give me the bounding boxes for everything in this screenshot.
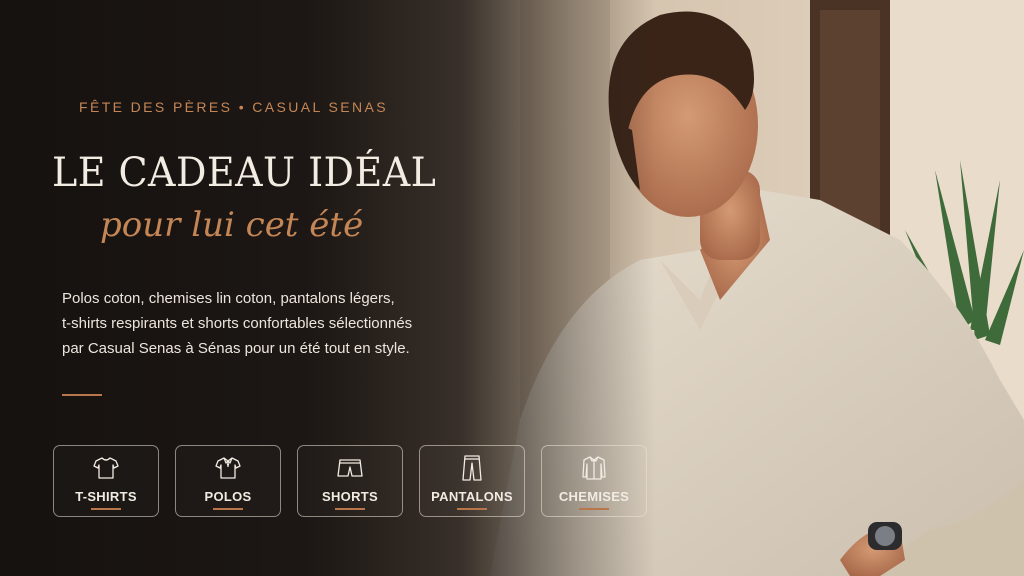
eyebrow-text: FÊTE DES PÈRES • CASUAL SENAS <box>79 99 388 115</box>
category-shorts[interactable]: SHORTS <box>297 445 403 517</box>
category-list: T-SHIRTS POLOS SHORTS PANTALONS CHEMISES <box>53 445 647 517</box>
divider <box>62 394 102 396</box>
category-chemises[interactable]: CHEMISES <box>541 445 647 517</box>
description-line: par Casual Senas à Sénas pour un été tou… <box>62 340 410 357</box>
category-label: SHORTS <box>322 489 378 504</box>
description: Polos coton, chemises lin coton, pantalo… <box>62 286 502 361</box>
category-polos[interactable]: POLOS <box>175 445 281 517</box>
polo-icon <box>215 455 241 481</box>
pants-icon <box>461 455 483 481</box>
promo-banner: FÊTE DES PÈRES • CASUAL SENAS LE CADEAU … <box>0 0 1024 576</box>
category-label: T-SHIRTS <box>75 489 137 504</box>
category-underline <box>457 508 487 510</box>
category-label: PANTALONS <box>431 489 513 504</box>
t-shirt-icon <box>93 455 119 481</box>
headline: LE CADEAU IDÉAL <box>52 150 437 196</box>
category-underline <box>335 508 365 510</box>
shorts-icon <box>337 455 363 481</box>
script-subtitle: pour lui cet été <box>100 205 364 245</box>
category-underline <box>91 508 121 510</box>
category-t-shirts[interactable]: T-SHIRTS <box>53 445 159 517</box>
category-underline <box>579 508 609 510</box>
description-line: Polos coton, chemises lin coton, pantalo… <box>62 290 395 307</box>
category-underline <box>213 508 243 510</box>
category-label: POLOS <box>204 489 252 504</box>
category-label: CHEMISES <box>558 489 630 504</box>
description-line: t-shirts respirants et shorts confortabl… <box>62 315 413 332</box>
shirt-icon <box>581 455 607 481</box>
category-pantalons[interactable]: PANTALONS <box>419 445 525 517</box>
